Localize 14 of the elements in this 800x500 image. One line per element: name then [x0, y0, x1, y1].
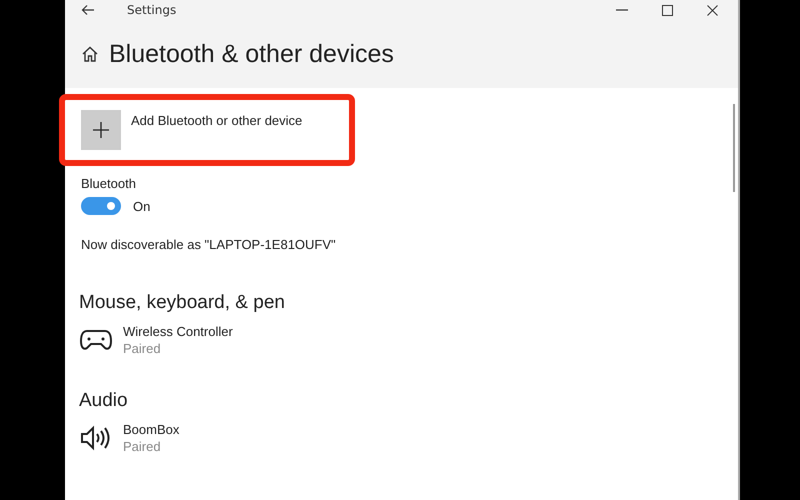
discoverable-text: Now discoverable as "LAPTOP-1E81OUFV" [81, 237, 337, 252]
toggle-state-label: On [133, 198, 150, 214]
device-item[interactable]: BoomBox Paired [79, 422, 299, 454]
device-item[interactable]: Wireless Controller Paired [79, 324, 299, 356]
device-status: Paired [123, 439, 162, 454]
window-title: Settings [127, 3, 176, 17]
device-name: Wireless Controller [123, 324, 233, 339]
section-heading: Audio [79, 390, 129, 412]
device-name: BoomBox [123, 422, 180, 437]
add-device-button[interactable]: Add Bluetooth or other device [131, 113, 302, 128]
page-title: Bluetooth & other devices [109, 40, 394, 68]
bluetooth-label: Bluetooth [81, 176, 137, 191]
device-status: Paired [123, 341, 162, 356]
section-heading: Mouse, keyboard, & pen [79, 292, 286, 314]
